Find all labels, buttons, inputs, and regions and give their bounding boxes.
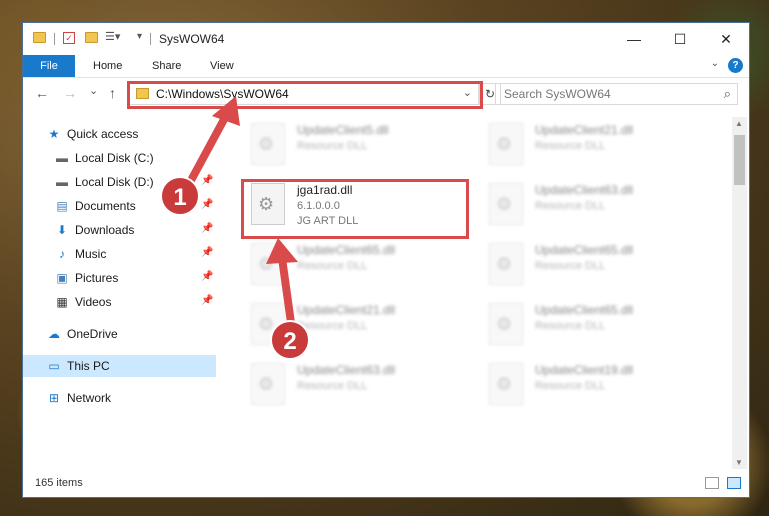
step-1-badge: 1 (160, 176, 200, 216)
arrow-1-line (184, 108, 232, 190)
arrow-2-head (266, 238, 298, 264)
annotation-arrows (184, 96, 298, 334)
step-2-badge: 2 (270, 320, 310, 360)
